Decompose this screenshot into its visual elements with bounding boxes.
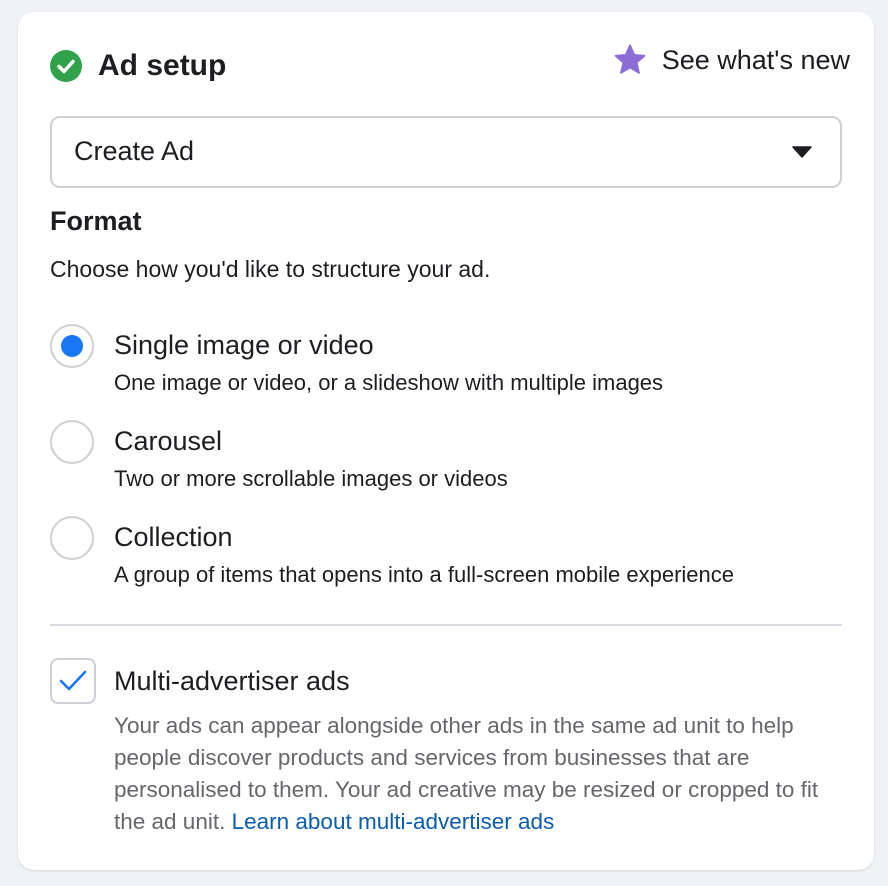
radio-button[interactable] bbox=[50, 324, 94, 368]
option-title: Single image or video bbox=[114, 330, 374, 360]
format-title: Format bbox=[50, 206, 142, 236]
see-whats-new-link[interactable]: See what's new bbox=[612, 40, 850, 80]
option-description: One image or video, or a slideshow with … bbox=[114, 370, 664, 395]
ad-setup-card: Ad setup See what's new Create Ad Format… bbox=[18, 12, 874, 870]
ad-setup-title: Ad setup bbox=[98, 49, 227, 82]
multi-advertiser-title: Multi-advertiser ads bbox=[114, 666, 350, 696]
format-description: Choose how you'd like to structure your … bbox=[50, 256, 491, 282]
see-whats-new-label: See what's new bbox=[661, 44, 850, 75]
option-title: Collection bbox=[114, 522, 233, 552]
radio-button[interactable] bbox=[50, 516, 94, 560]
radio-button[interactable] bbox=[50, 420, 94, 464]
divider bbox=[50, 624, 842, 626]
radio-selected-dot bbox=[61, 335, 83, 357]
caret-down-icon bbox=[792, 146, 812, 158]
checkmark-icon bbox=[59, 670, 87, 691]
option-title: Carousel bbox=[114, 426, 223, 456]
dropdown-value: Create Ad bbox=[74, 136, 195, 166]
option-description: A group of items that opens into a full-… bbox=[114, 562, 735, 587]
learn-more-link[interactable]: Learn about multi-advertiser ads bbox=[232, 809, 555, 834]
format-option-single-image-or-video[interactable]: Single image or video One image or video… bbox=[50, 324, 850, 404]
multi-advertiser-checkbox[interactable] bbox=[50, 658, 96, 704]
check-circle-icon bbox=[50, 50, 82, 82]
format-option-collection[interactable]: Collection A group of items that opens i… bbox=[50, 516, 850, 596]
option-description: Two or more scrollable images or videos bbox=[114, 466, 508, 491]
multi-advertiser-description: Your ads can appear alongside other ads … bbox=[114, 710, 854, 838]
star-icon bbox=[614, 44, 646, 74]
format-option-carousel[interactable]: Carousel Two or more scrollable images o… bbox=[50, 420, 850, 500]
create-ad-dropdown[interactable]: Create Ad bbox=[50, 116, 842, 188]
ad-setup-header: Ad setup See what's new bbox=[50, 44, 850, 86]
